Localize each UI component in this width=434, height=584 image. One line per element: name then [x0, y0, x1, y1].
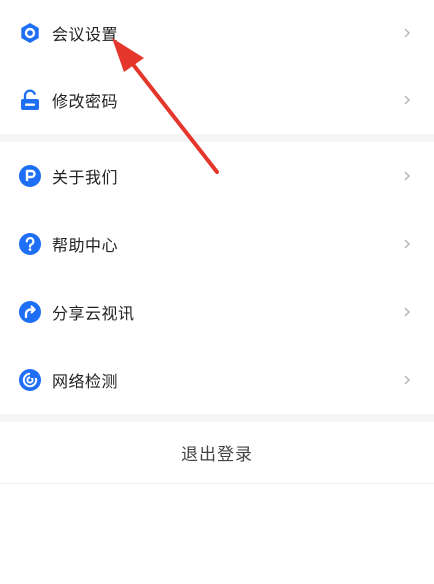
chevron-right-icon	[400, 93, 414, 107]
menu-group-info: 关于我们 帮助中心 分享云视讯 网络检测	[0, 142, 434, 414]
menu-item-label: 帮助中心	[52, 236, 119, 255]
menu-item-label: 会议设置	[52, 25, 119, 44]
chevron-right-icon	[400, 26, 414, 40]
p-circle-icon	[18, 164, 42, 188]
menu-item-label: 分享云视讯	[52, 304, 135, 323]
menu-item-network-test[interactable]: 网络检测	[0, 346, 434, 414]
logout-button[interactable]: 退出登录	[0, 422, 434, 484]
share-circle-icon	[18, 300, 42, 324]
menu-group-account: 会议设置 修改密码	[0, 0, 434, 134]
menu-item-help-center[interactable]: 帮助中心	[0, 210, 434, 278]
menu-item-meeting-settings[interactable]: 会议设置	[0, 0, 434, 66]
section-divider	[0, 134, 434, 142]
menu-item-change-password[interactable]: 修改密码	[0, 66, 434, 134]
settings-screen: 会议设置 修改密码 关于我们 帮助中心 分享云视讯 网络检测 退出登录	[0, 0, 434, 584]
hexagon-settings-icon	[18, 21, 42, 45]
chevron-right-icon	[400, 169, 414, 183]
unlock-icon	[18, 88, 42, 112]
chevron-right-icon	[400, 373, 414, 387]
menu-item-label: 修改密码	[52, 92, 119, 111]
menu-item-label: 网络检测	[52, 372, 119, 391]
menu-item-label: 关于我们	[52, 168, 119, 187]
chevron-right-icon	[400, 237, 414, 251]
network-circle-icon	[18, 368, 42, 392]
empty-area	[0, 484, 434, 584]
logout-label: 退出登录	[181, 445, 253, 465]
section-divider	[0, 414, 434, 422]
menu-item-share[interactable]: 分享云视讯	[0, 278, 434, 346]
menu-item-about-us[interactable]: 关于我们	[0, 142, 434, 210]
question-circle-icon	[18, 232, 42, 256]
chevron-right-icon	[400, 305, 414, 319]
